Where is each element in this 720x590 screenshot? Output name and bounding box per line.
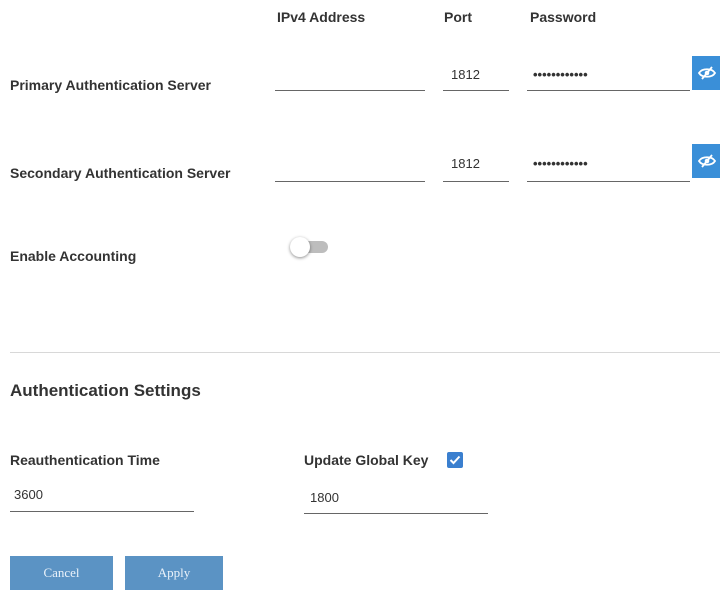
reauthentication-time-value: 3600 <box>14 487 43 502</box>
secondary-server-label: Secondary Authentication Server <box>10 165 231 181</box>
toggle-knob <box>290 237 310 257</box>
enable-accounting-label: Enable Accounting <box>10 248 137 264</box>
primary-port-input[interactable]: 1812 <box>443 64 509 91</box>
eye-slash-icon <box>698 154 716 168</box>
secondary-password-input[interactable]: •••••••••••• <box>527 155 690 182</box>
secondary-password-visibility-button[interactable] <box>692 144 720 178</box>
reauthentication-time-label: Reauthentication Time <box>10 452 160 468</box>
eye-slash-icon <box>698 66 716 80</box>
secondary-ipv4-input[interactable] <box>275 155 425 182</box>
password-column-header: Password <box>530 9 597 25</box>
update-global-key-checkbox[interactable] <box>447 452 463 468</box>
primary-server-label: Primary Authentication Server <box>10 77 211 93</box>
ipv4-column-header: IPv4 Address <box>277 9 366 25</box>
section-divider <box>10 352 720 353</box>
checkmark-icon <box>449 455 461 465</box>
reauthentication-time-input[interactable]: 3600 <box>10 485 194 512</box>
update-global-key-input[interactable]: 1800 <box>304 487 488 514</box>
authentication-settings-title: Authentication Settings <box>10 381 201 400</box>
secondary-password-value: •••••••••••• <box>533 156 588 171</box>
secondary-port-input[interactable]: 1812 <box>443 155 509 182</box>
primary-port-value: 1812 <box>451 67 480 82</box>
cancel-button[interactable]: Cancel <box>10 556 113 590</box>
update-global-key-value: 1800 <box>310 490 339 505</box>
enable-accounting-toggle[interactable] <box>290 237 330 257</box>
primary-password-visibility-button[interactable] <box>692 56 720 90</box>
primary-ipv4-input[interactable] <box>275 64 425 91</box>
apply-button[interactable]: Apply <box>125 556 223 590</box>
update-global-key-label: Update Global Key <box>304 452 429 468</box>
port-column-header: Port <box>444 9 472 25</box>
secondary-port-value: 1812 <box>451 156 480 171</box>
primary-password-input[interactable]: •••••••••••• <box>527 64 690 91</box>
primary-password-value: •••••••••••• <box>533 67 588 82</box>
